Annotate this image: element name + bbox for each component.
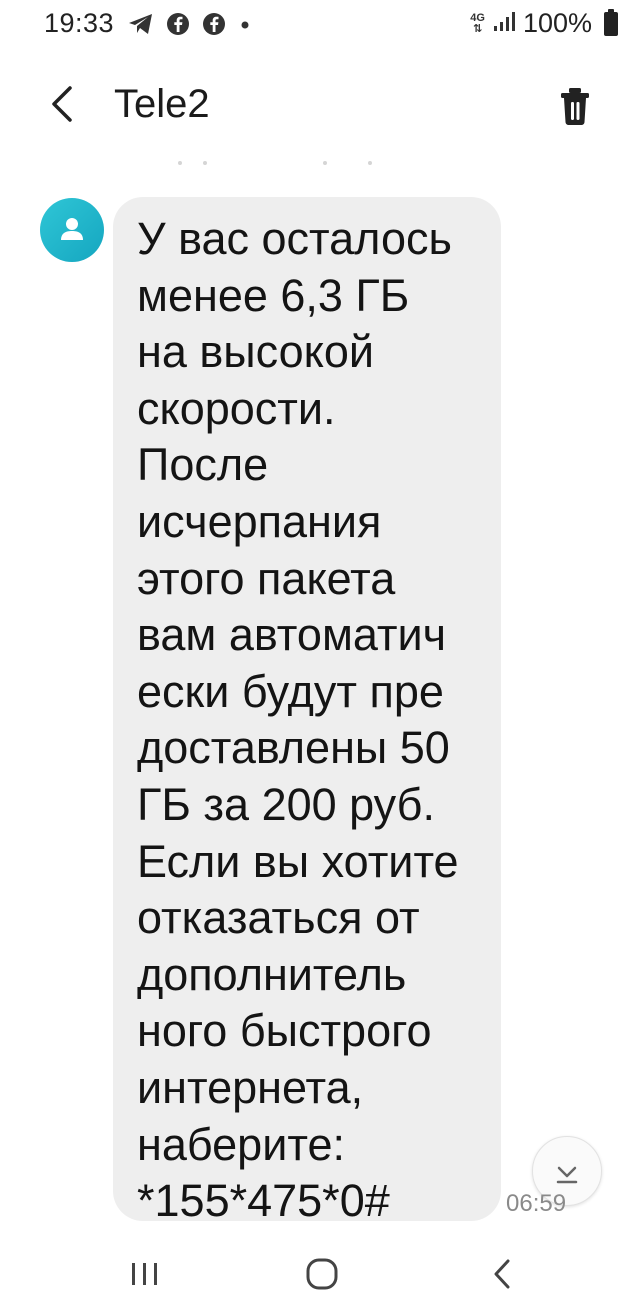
status-time: 19:33 (44, 8, 115, 38)
navigation-bar (0, 1232, 640, 1316)
message-time: 06:59 (506, 1190, 567, 1217)
message-line: исчерпания (137, 495, 382, 547)
message-line: на высокой (137, 326, 375, 378)
facebook-icon (166, 12, 190, 41)
network-indicator: 4G ⇅ (470, 11, 485, 35)
facebook-icon (202, 12, 226, 41)
scrolled-out-text (160, 154, 390, 165)
telegram-icon (128, 12, 154, 41)
trash-icon[interactable] (556, 84, 594, 128)
message-line: доставлены 50 (137, 722, 450, 774)
conversation-header: Tele2 (0, 62, 640, 152)
message-line: ески будут пре (137, 665, 444, 717)
message-line: Если вы хотите (137, 835, 459, 887)
message-line: интернета, (137, 1061, 364, 1113)
back-arrow-icon[interactable] (42, 82, 82, 126)
message-line: отказаться от (137, 892, 420, 944)
recent-apps-icon[interactable] (115, 1244, 175, 1304)
data-arrows-icon: ⇅ (472, 22, 483, 35)
message-line: *155*475*0# (137, 1175, 390, 1227)
message-line: У вас осталось (137, 213, 452, 264)
message-line: дополнитель (137, 948, 407, 1000)
battery-icon (604, 8, 618, 36)
status-bar: 19:33 4G ⇅ 100% (0, 0, 640, 52)
contact-avatar[interactable] (40, 198, 104, 262)
message-line: ГБ за 200 руб. (137, 778, 435, 830)
battery-level: 100% (522, 8, 592, 38)
conversation-title: Tele2 (114, 82, 210, 126)
notification-dot (238, 12, 252, 41)
message-line: этого пакета (137, 552, 396, 604)
person-icon (61, 218, 83, 240)
home-icon[interactable] (292, 1244, 352, 1304)
message-line: менее 6,3 ГБ (137, 269, 410, 321)
signal-icon (493, 10, 515, 37)
message-line: вам автоматич (137, 609, 447, 661)
message-line: ного быстрого (137, 1005, 432, 1057)
message-bubble[interactable]: У вас осталось менее 6,3 ГБ на высокой скор… (113, 197, 501, 1226)
message-line: После (137, 439, 269, 491)
nav-back-icon[interactable] (472, 1244, 532, 1304)
message-line: наберите: (137, 1118, 345, 1170)
network-type: 4G (470, 11, 485, 24)
notification-icons (128, 12, 252, 41)
message-line: скорости. (137, 382, 336, 434)
system-status: 4G ⇅ 100% (470, 8, 618, 39)
